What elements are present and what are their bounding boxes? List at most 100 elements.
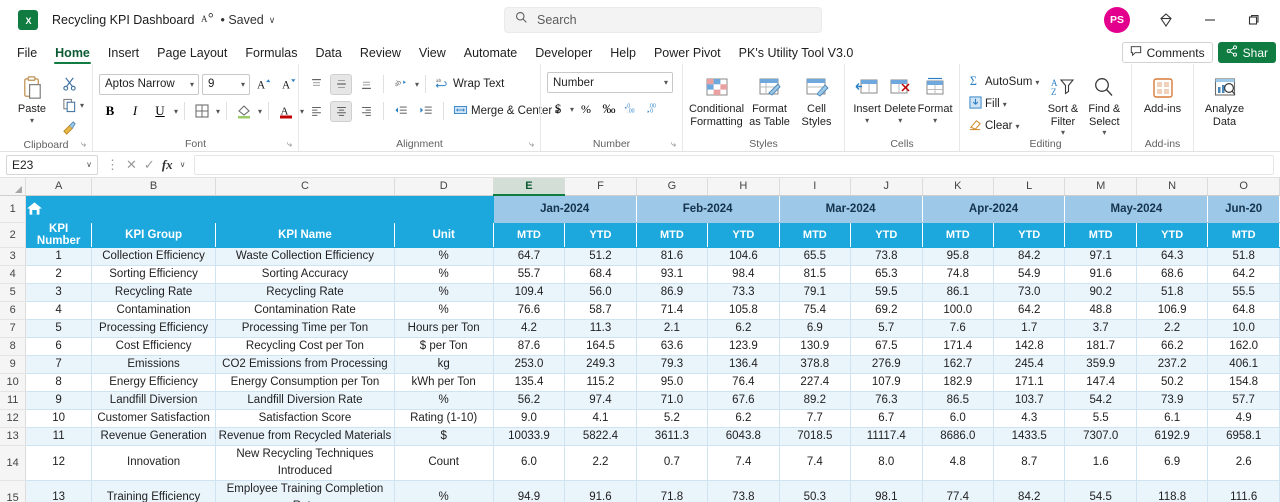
cut-button[interactable] — [58, 73, 80, 94]
row-header-8[interactable]: 8 — [0, 337, 27, 356]
number-dialog-launcher[interactable]: ⤷ — [671, 139, 676, 150]
fill-button[interactable]: Fill ▾ — [966, 94, 1042, 114]
orientation-icon[interactable]: ab — [390, 74, 412, 95]
cell-kpi-number[interactable]: 4 — [25, 301, 92, 320]
cell-value-1[interactable]: 253.0 — [493, 355, 566, 374]
cell-value-4[interactable]: 104.6 — [707, 247, 780, 266]
paste-button[interactable]: Paste ▾ — [6, 71, 58, 125]
increase-decimal-icon[interactable]: .00 0 — [621, 99, 643, 120]
fill-color-icon[interactable] — [233, 101, 255, 122]
cell-value-8[interactable]: 73.0 — [993, 283, 1066, 302]
format-as-table-button[interactable]: Format as Table — [746, 71, 794, 128]
cell-value-4[interactable]: 73.8 — [707, 480, 780, 502]
row-header-13[interactable]: 13 — [0, 427, 27, 446]
cell-value-6[interactable]: 5.7 — [850, 319, 923, 338]
cell-value-4[interactable]: 98.4 — [707, 265, 780, 284]
cell-value-11[interactable]: 162.0 — [1207, 337, 1280, 356]
align-bottom-icon[interactable] — [355, 74, 377, 95]
home-icon[interactable] — [26, 201, 492, 216]
cell-value-9[interactable]: 90.2 — [1064, 283, 1137, 302]
cell-value-4[interactable]: 136.4 — [707, 355, 780, 374]
cell-value-1[interactable]: 56.2 — [493, 391, 566, 410]
cell-unit[interactable]: % — [394, 247, 494, 266]
autosum-chevron-down-icon[interactable]: ▾ — [1035, 78, 1039, 87]
cell-kpi-number[interactable]: 12 — [25, 445, 92, 481]
italic-button[interactable]: I — [124, 101, 146, 122]
cell-kpi-group[interactable]: Training Efficiency — [91, 480, 217, 502]
column-header-l[interactable]: L — [993, 178, 1066, 196]
title-chevron-down-icon[interactable]: ∨ — [269, 15, 276, 26]
cell-value-9[interactable]: 97.1 — [1064, 247, 1137, 266]
cell-value-7[interactable]: 171.4 — [922, 337, 995, 356]
cell-value-5[interactable]: 378.8 — [779, 355, 852, 374]
find-select-button[interactable]: Find & Select ▾ — [1084, 71, 1125, 137]
borders-icon[interactable] — [191, 101, 213, 122]
cell-value-3[interactable]: 71.0 — [636, 391, 709, 410]
cell-unit[interactable]: % — [394, 301, 494, 320]
cell-unit[interactable]: Hours per Ton — [394, 319, 494, 338]
cell-value-3[interactable]: 5.2 — [636, 409, 709, 428]
fill-chevron-down-icon[interactable]: ▾ — [1003, 100, 1007, 109]
cell-value-9[interactable]: 54.2 — [1064, 391, 1137, 410]
cell-value-3[interactable]: 86.9 — [636, 283, 709, 302]
cell-kpi-name[interactable]: Recycling Rate — [215, 283, 395, 302]
name-box-chevron-down-icon[interactable]: ∨ — [86, 160, 92, 169]
cell-value-4[interactable]: 6.2 — [707, 409, 780, 428]
formula-chevron-down-icon[interactable]: ∨ — [180, 160, 186, 169]
search-input[interactable]: Search — [504, 7, 822, 33]
cell-value-5[interactable]: 79.1 — [779, 283, 852, 302]
row-header-6[interactable]: 6 — [0, 301, 27, 320]
cell-value-6[interactable]: 107.9 — [850, 373, 923, 392]
font-size-chevron-down-icon[interactable]: ▾ — [241, 80, 245, 89]
cell-value-7[interactable]: 6.0 — [922, 409, 995, 428]
cell-value-4[interactable]: 73.3 — [707, 283, 780, 302]
cell-value-9[interactable]: 7307.0 — [1064, 427, 1137, 446]
cell-kpi-number[interactable]: 13 — [25, 480, 92, 502]
cell-unit[interactable]: % — [394, 265, 494, 284]
cell-kpi-name[interactable]: Processing Time per Ton — [215, 319, 395, 338]
tab-power-pivot[interactable]: Power Pivot — [645, 42, 730, 64]
cell-unit[interactable]: $ per Ton — [394, 337, 494, 356]
cell-value-5[interactable]: 81.5 — [779, 265, 852, 284]
tab-help[interactable]: Help — [601, 42, 645, 64]
cell-value-5[interactable]: 65.5 — [779, 247, 852, 266]
align-top-icon[interactable] — [305, 74, 327, 95]
cell-value-2[interactable]: 164.5 — [564, 337, 637, 356]
cell-kpi-group[interactable]: Energy Efficiency — [91, 373, 217, 392]
cell-value-5[interactable]: 227.4 — [779, 373, 852, 392]
cell-kpi-number[interactable]: 7 — [25, 355, 92, 374]
cell-value-4[interactable]: 6.2 — [707, 319, 780, 338]
alignment-dialog-launcher[interactable]: ⤷ — [529, 139, 534, 150]
cell-kpi-group[interactable]: Customer Satisfaction — [91, 409, 217, 428]
cell-kpi-number[interactable]: 3 — [25, 283, 92, 302]
name-box[interactable]: E23 ∨ — [6, 154, 98, 175]
cell-value-2[interactable]: 56.0 — [564, 283, 637, 302]
tab-developer[interactable]: Developer — [526, 42, 601, 64]
cell-value-6[interactable]: 69.2 — [850, 301, 923, 320]
cell-value-1[interactable]: 87.6 — [493, 337, 566, 356]
cell-value-10[interactable]: 6.1 — [1136, 409, 1209, 428]
cell-value-4[interactable]: 76.4 — [707, 373, 780, 392]
cell-value-7[interactable]: 100.0 — [922, 301, 995, 320]
cell-kpi-number[interactable]: 11 — [25, 427, 92, 446]
align-middle-icon[interactable] — [330, 73, 352, 95]
share-button[interactable]: Shar — [1217, 42, 1276, 63]
cell-value-3[interactable]: 63.6 — [636, 337, 709, 356]
delete-cells-button[interactable]: Delete ▾ — [883, 71, 917, 125]
cell-value-11[interactable]: 57.7 — [1207, 391, 1280, 410]
cell-kpi-number[interactable]: 1 — [25, 247, 92, 266]
cell-value-6[interactable]: 6.7 — [850, 409, 923, 428]
tab-insert[interactable]: Insert — [99, 42, 148, 64]
cell-value-9[interactable]: 54.5 — [1064, 480, 1137, 502]
insert-function-icon[interactable]: fx — [162, 157, 173, 173]
cell-value-2[interactable]: 4.1 — [564, 409, 637, 428]
cell-value-7[interactable]: 8686.0 — [922, 427, 995, 446]
shrink-font-icon[interactable]: A — [278, 74, 300, 95]
cell-value-11[interactable]: 64.2 — [1207, 265, 1280, 284]
cell-value-8[interactable]: 4.3 — [993, 409, 1066, 428]
cell-value-3[interactable]: 79.3 — [636, 355, 709, 374]
comments-button[interactable]: Comments — [1121, 42, 1213, 63]
row-header-4[interactable]: 4 — [0, 265, 27, 284]
copy-chevron-down-icon[interactable]: ▾ — [80, 101, 84, 110]
cell-value-1[interactable]: 55.7 — [493, 265, 566, 284]
